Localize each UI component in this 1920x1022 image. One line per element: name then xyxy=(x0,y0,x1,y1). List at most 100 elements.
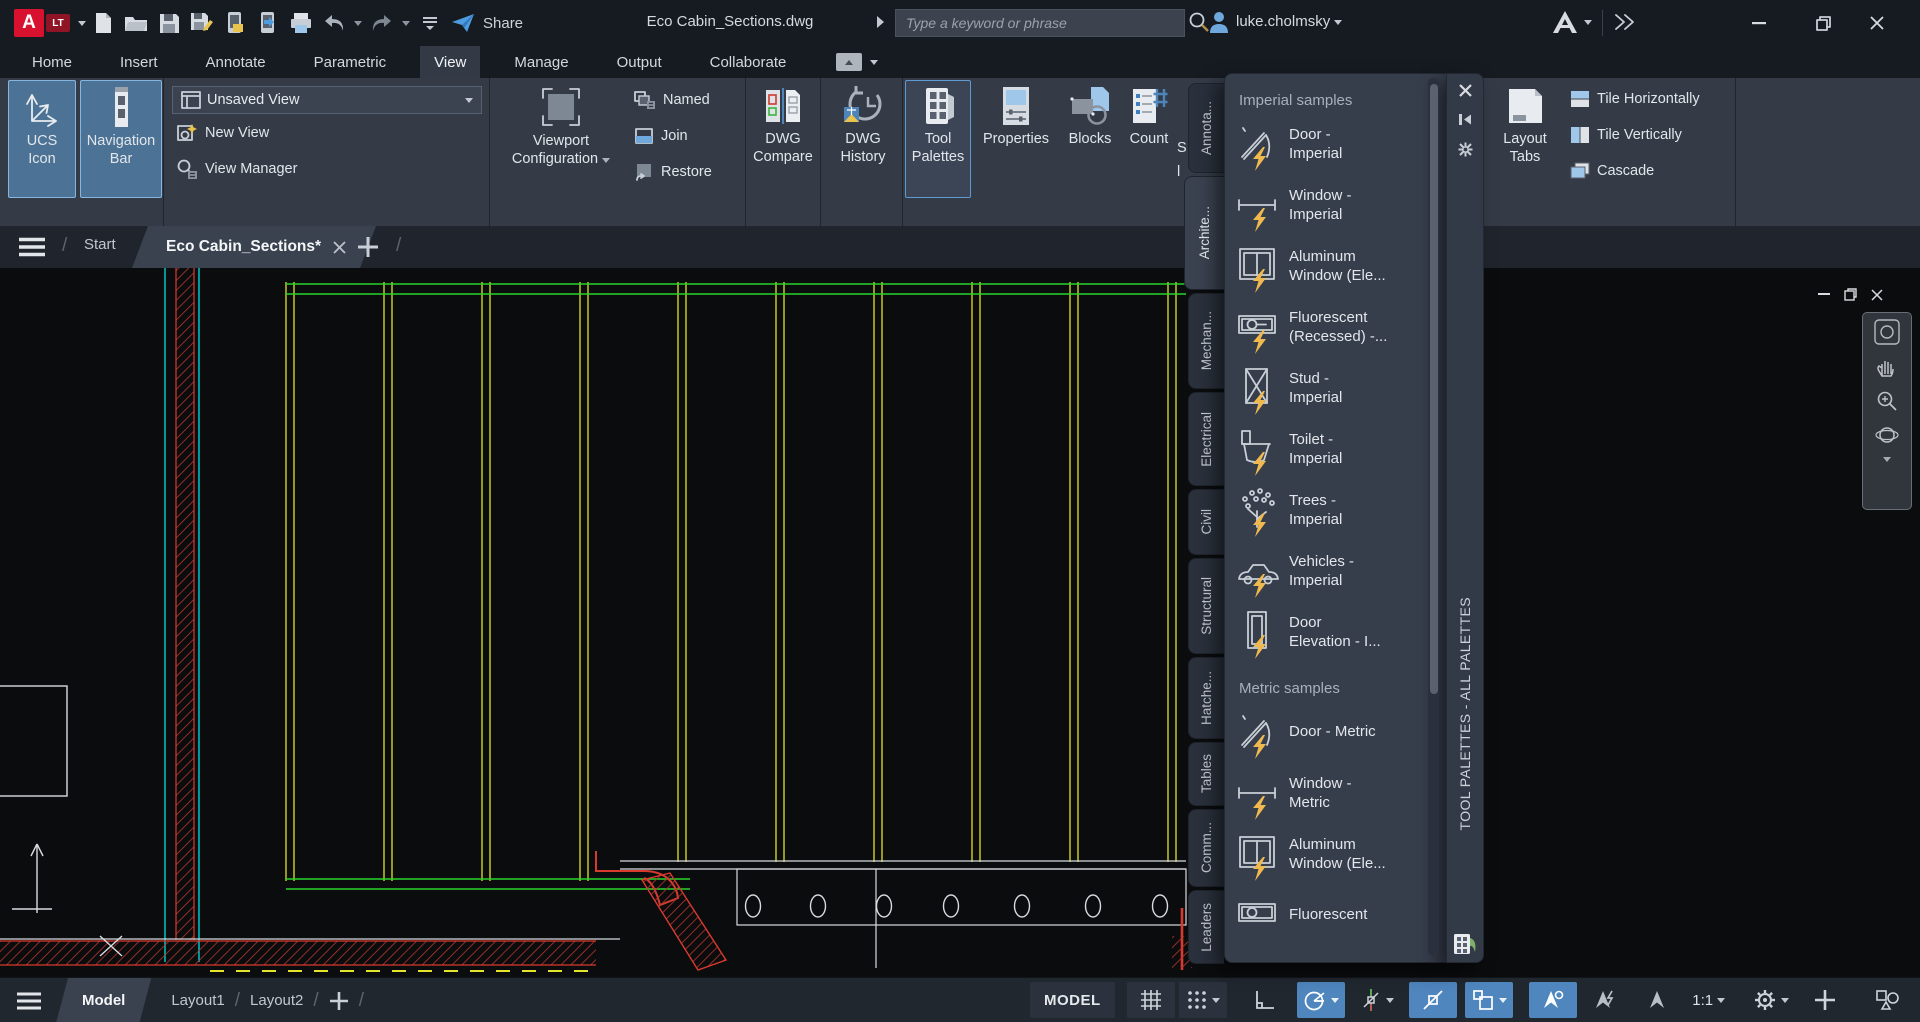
palette-item-trees-imperial[interactable]: Trees -Imperial xyxy=(1225,479,1447,540)
join-viewports-button[interactable]: Join xyxy=(634,126,688,146)
polar-tracking-button[interactable] xyxy=(1297,982,1345,1018)
search-input[interactable] xyxy=(895,9,1185,37)
dwg-history-button[interactable]: DWGHistory xyxy=(824,80,902,198)
restore-button[interactable] xyxy=(1808,8,1838,38)
more-toolbar-icon[interactable] xyxy=(1614,14,1636,30)
navbar-more-caret-icon[interactable] xyxy=(1883,457,1891,462)
polar-dropdown-caret-icon[interactable] xyxy=(1331,998,1339,1003)
new-drawing-tab-icon[interactable] xyxy=(356,235,380,259)
tile-vertically-button[interactable]: Tile Vertically xyxy=(1570,126,1682,144)
tab-manage[interactable]: Manage xyxy=(500,46,582,78)
grid-display-button[interactable] xyxy=(1127,982,1175,1018)
layout1-tab[interactable]: Layout1 xyxy=(161,978,234,1022)
palette-item-door-imperial[interactable]: Door -Imperial xyxy=(1225,113,1447,174)
palette-autohide-icon[interactable] xyxy=(1458,113,1472,126)
workspace-switching-button[interactable] xyxy=(1747,982,1795,1018)
scale-dropdown-caret-icon[interactable] xyxy=(1717,998,1725,1003)
undo-dropdown-caret-icon[interactable] xyxy=(354,21,362,26)
drawing-canvas[interactable] xyxy=(0,268,1920,977)
layout-menu-icon[interactable] xyxy=(16,992,42,1010)
new-layout-icon[interactable] xyxy=(329,991,349,1011)
current-scale-button[interactable]: 1:1 xyxy=(1685,982,1733,1018)
app-logo[interactable]: A LT xyxy=(14,9,86,37)
start-tab[interactable]: Start xyxy=(84,236,116,253)
palette-item-window-metric[interactable]: Window -Metric xyxy=(1225,762,1447,823)
app-menu-caret-icon[interactable] xyxy=(78,21,86,26)
tool-palettes-button[interactable]: ToolPalettes xyxy=(905,80,971,198)
tab-view[interactable]: View xyxy=(420,46,480,78)
palette-item-aluminum-window-metric[interactable]: AluminumWindow (Ele... xyxy=(1225,823,1447,884)
object-snap-tracking-button[interactable] xyxy=(1353,982,1401,1018)
palette-item-window-imperial[interactable]: Window -Imperial xyxy=(1225,174,1447,235)
view-dropdown[interactable]: Unsaved View xyxy=(172,86,482,114)
cascade-button[interactable]: Cascade xyxy=(1570,162,1654,180)
palette-tab-tables[interactable]: Tables xyxy=(1188,742,1224,806)
palette-item-vehicles-imperial[interactable]: Vehicles -Imperial xyxy=(1225,540,1447,601)
user-avatar-icon[interactable] xyxy=(1208,10,1230,34)
active-drawing-tab[interactable]: Eco Cabin_Sections* xyxy=(132,226,376,268)
autodesk-logo-icon[interactable] xyxy=(1552,10,1578,34)
viewport-close-icon[interactable] xyxy=(1871,289,1883,301)
palette-item-door-elevation[interactable]: DoorElevation - I... xyxy=(1225,601,1447,662)
viewport-restore-icon[interactable] xyxy=(1844,288,1857,301)
open-from-web-mobile-icon[interactable] xyxy=(222,10,248,36)
viewport-configuration-button[interactable]: Viewport Configuration xyxy=(500,80,622,198)
autoscale-button[interactable] xyxy=(1581,982,1629,1018)
palette-item-toilet-imperial[interactable]: Toilet -Imperial xyxy=(1225,418,1447,479)
dynamic-input-button[interactable] xyxy=(1465,982,1513,1018)
tab-home[interactable]: Home xyxy=(18,46,86,78)
dwg-compare-button[interactable]: DWGCompare xyxy=(748,80,818,198)
navigation-wheel-icon[interactable] xyxy=(1874,319,1900,345)
plus-customization-button[interactable] xyxy=(1801,982,1849,1018)
ucs-icon-toggle-button[interactable]: UCSIcon xyxy=(8,80,76,198)
save-as-icon[interactable] xyxy=(189,10,215,36)
share-icon[interactable] xyxy=(450,10,476,36)
palette-item-aluminum-window[interactable]: AluminumWindow (Ele... xyxy=(1225,235,1447,296)
blocks-palette-button[interactable]: Blocks xyxy=(1060,80,1120,198)
palette-item-stud-imperial[interactable]: Stud -Imperial xyxy=(1225,357,1447,418)
palette-item-door-metric[interactable]: Door - Metric xyxy=(1225,701,1447,762)
open-folder-icon[interactable] xyxy=(123,10,149,36)
otrack-dropdown-caret-icon[interactable] xyxy=(1386,998,1394,1003)
user-menu-caret-icon[interactable] xyxy=(1334,20,1342,25)
palette-tab-mechanical[interactable]: Mechan... xyxy=(1188,293,1224,389)
undo-icon[interactable] xyxy=(321,10,347,36)
isolate-objects-button[interactable] xyxy=(1863,982,1911,1018)
viewport-minimize-icon[interactable] xyxy=(1818,293,1830,296)
palette-scrollbar-thumb[interactable] xyxy=(1430,84,1438,694)
count-palette-button[interactable]: Count xyxy=(1120,80,1178,198)
snap-dropdown-caret-icon[interactable] xyxy=(1212,998,1220,1003)
palette-icon[interactable] xyxy=(1452,932,1478,956)
annotation-scale-icon-button[interactable] xyxy=(1633,982,1681,1018)
save-to-web-mobile-icon[interactable] xyxy=(255,10,281,36)
named-viewports-button[interactable]: Named xyxy=(634,90,710,110)
orbit-icon[interactable] xyxy=(1875,423,1899,447)
palette-close-icon[interactable] xyxy=(1459,84,1472,97)
new-file-icon[interactable] xyxy=(90,10,116,36)
layout-tabs-button[interactable]: LayoutTabs xyxy=(1486,80,1564,198)
search-icon[interactable] xyxy=(1188,11,1210,33)
tab-insert[interactable]: Insert xyxy=(106,46,172,78)
tab-annotate[interactable]: Annotate xyxy=(192,46,280,78)
object-snap-button[interactable] xyxy=(1409,982,1457,1018)
palette-tab-hatches[interactable]: Hatche... xyxy=(1188,657,1224,739)
dyn-dropdown-caret-icon[interactable] xyxy=(1499,998,1507,1003)
search-expand-icon[interactable] xyxy=(876,15,885,29)
workspace-caret-icon[interactable] xyxy=(1781,998,1789,1003)
ribbon-collapse-caret-icon[interactable] xyxy=(870,60,878,65)
palette-tab-command-tools[interactable]: Comm... xyxy=(1188,809,1224,887)
palette-tab-annotation[interactable]: Annota... xyxy=(1188,83,1224,173)
ortho-mode-button[interactable] xyxy=(1241,982,1289,1018)
properties-palette-button[interactable]: Properties xyxy=(972,80,1060,198)
save-icon[interactable] xyxy=(156,10,182,36)
zoom-icon[interactable] xyxy=(1875,389,1899,413)
palette-tab-civil[interactable]: Civil xyxy=(1188,489,1224,555)
model-space-toggle[interactable]: MODEL xyxy=(1030,982,1115,1018)
redo-dropdown-caret-icon[interactable] xyxy=(402,21,410,26)
share-label[interactable]: Share xyxy=(483,15,523,32)
tab-output[interactable]: Output xyxy=(603,46,676,78)
palette-tab-electrical[interactable]: Electrical xyxy=(1188,392,1224,486)
close-button[interactable] xyxy=(1862,8,1892,38)
minimize-button[interactable] xyxy=(1744,8,1774,38)
pan-hand-icon[interactable] xyxy=(1875,355,1899,379)
